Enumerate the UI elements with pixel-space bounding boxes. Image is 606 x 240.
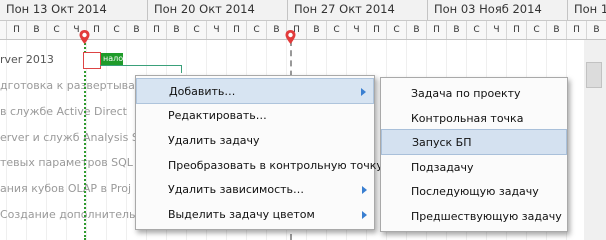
menu-item-delete-dependency[interactable]: Удалить зависимость…	[136, 177, 374, 203]
day-header-cell: С	[466, 21, 486, 39]
menu-item-convert-milestone[interactable]: Преобразовать в контрольную точку	[136, 153, 383, 179]
submenu-item-predecessor[interactable]: Предшествующую задачу	[381, 204, 564, 230]
day-header-cell: С	[106, 21, 126, 39]
submenu-arrow-icon	[362, 211, 367, 219]
task-row-label[interactable]: erver и служб Analysis S	[0, 127, 139, 149]
task-row-label[interactable]: Создание дополнительн	[0, 204, 143, 226]
submenu-item-start-bp[interactable]: Запуск БП	[381, 129, 567, 155]
day-header-cell: С	[326, 21, 346, 39]
day-header-cell: Ч	[346, 21, 366, 39]
timeline-week-header: Пон 13 Окт 2014 Пон 20 Окт 2014 Пон 27 О…	[0, 0, 606, 21]
submenu-item-project-task[interactable]: Задача по проекту	[381, 81, 564, 107]
menu-item-label: Задача по проекту	[411, 87, 521, 100]
week-header-cell: Пон 13 Окт 2014	[6, 2, 107, 16]
menu-item-label: Преобразовать в контрольную точку	[168, 159, 383, 172]
day-header-cell: П	[566, 21, 586, 39]
menu-item-label: Выделить задачу цветом	[168, 208, 315, 221]
submenu-item-subtask[interactable]: Подзадачу	[381, 155, 564, 181]
scrollbar-thumb[interactable]	[586, 62, 602, 88]
day-header-cell: В	[166, 21, 186, 39]
menu-item-label: Удалить задачу	[168, 134, 260, 147]
day-header-cell: П	[506, 21, 526, 39]
day-header-cell: С	[526, 21, 546, 39]
selected-task-box[interactable]	[83, 52, 101, 69]
day-header-cell: П	[6, 21, 26, 39]
day-header-cell: Ч	[206, 21, 226, 39]
day-header-cell: В	[126, 21, 146, 39]
menu-item-label: Подзадачу	[411, 161, 474, 174]
today-line	[84, 40, 86, 240]
submenu-arrow-icon	[362, 186, 367, 194]
task-row-label[interactable]: ания кубов OLAP в Proj	[0, 178, 131, 200]
menu-item-edit[interactable]: Редактировать…	[136, 103, 374, 129]
day-header-cell: П	[426, 21, 446, 39]
menu-item-label: Редактировать…	[168, 109, 267, 122]
day-header-cell: П	[366, 21, 386, 39]
day-header-cell: В	[26, 21, 46, 39]
menu-item-color-task[interactable]: Выделить задачу цветом	[136, 202, 374, 228]
day-header-cell: С	[386, 21, 406, 39]
marker-pin-icon	[285, 30, 296, 44]
gantt-chart: Пон 13 Окт 2014 Пон 20 Окт 2014 Пон 27 О…	[0, 0, 606, 240]
dependency-link	[181, 65, 182, 73]
dependency-link	[100, 65, 182, 66]
menu-item-label: Последующую задачу	[411, 185, 539, 198]
day-header-cell: В	[446, 21, 466, 39]
add-submenu: Задача по проекту Контрольная точка Запу…	[380, 77, 568, 232]
menu-item-label: Удалить зависимость…	[168, 183, 305, 196]
day-header-cell: П	[226, 21, 246, 39]
menu-item-label: Запуск БП	[412, 136, 472, 149]
day-header-cell: В	[406, 21, 426, 39]
week-header-cell: Пон 1	[567, 0, 606, 20]
menu-item-add[interactable]: Добавить…	[136, 78, 374, 104]
today-pin-icon	[79, 30, 90, 44]
day-header-cell: С	[186, 21, 206, 39]
day-header-cell: С	[246, 21, 266, 39]
timeline-day-header: ПВСЧПСВПВСЧПСВПВСЧПСВПВСЧПСВПВ	[0, 21, 606, 40]
day-header-cell: В	[306, 21, 326, 39]
task-row-label[interactable]: тевых параметров SQL	[0, 152, 133, 174]
week-header-cell: Пон 27 Окт 2014	[287, 0, 427, 20]
menu-item-delete-task[interactable]: Удалить задачу	[136, 128, 374, 154]
task-bar-label[interactable]: нало	[101, 53, 123, 65]
week-header-cell: Пон 20 Окт 2014	[147, 0, 287, 20]
day-header-cell: С	[46, 21, 66, 39]
menu-item-label: Предшествующую задачу	[411, 210, 562, 223]
week-header-cell: Пон 03 Нояб 2014	[427, 0, 567, 20]
context-menu: Добавить… Редактировать… Удалить задачу …	[135, 75, 383, 230]
day-header-cell: П	[146, 21, 166, 39]
menu-item-label: Добавить…	[169, 85, 236, 98]
day-header-cell: В	[546, 21, 566, 39]
task-row-label[interactable]: дготовка к развертывани	[0, 75, 149, 97]
task-row-label[interactable]: rver 2013	[0, 49, 54, 71]
day-header-cell: В	[266, 21, 286, 39]
menu-item-label: Контрольная точка	[411, 112, 524, 125]
task-row-label[interactable]: в службе Active Direct	[0, 101, 127, 123]
submenu-arrow-icon	[361, 88, 366, 96]
day-header-cell: В	[586, 21, 606, 39]
submenu-item-successor[interactable]: Последующую задачу	[381, 179, 564, 205]
day-header-cell: Ч	[486, 21, 506, 39]
